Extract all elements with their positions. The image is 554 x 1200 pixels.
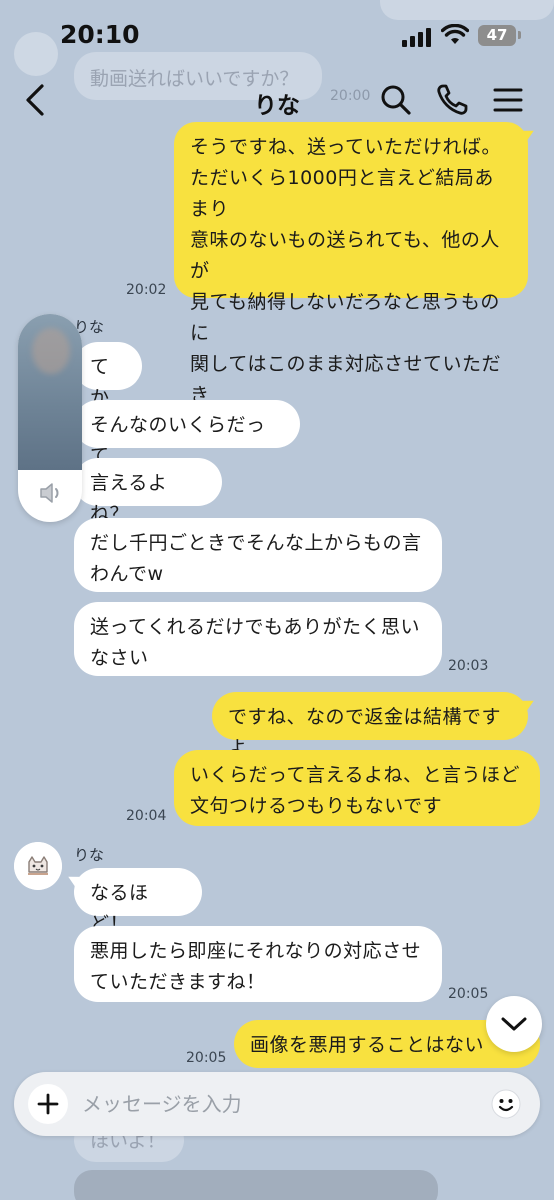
message-time: 20:05 (448, 986, 489, 1002)
chevron-down-icon (501, 1017, 527, 1031)
message-received[interactable]: そんなのいくらだって (74, 400, 300, 467)
ghost-image (74, 1170, 438, 1200)
add-attachment-button[interactable] (28, 1084, 68, 1124)
emoji-icon[interactable] (490, 1088, 522, 1120)
ghost-bubble-top (380, 0, 554, 20)
message-time: 20:03 (448, 658, 489, 674)
message-received[interactable]: なるほど！ (74, 868, 202, 935)
search-icon[interactable] (376, 80, 416, 120)
video-blurred-face (32, 328, 70, 374)
message-input[interactable] (82, 1086, 472, 1122)
battery-indicator: 47 (478, 25, 516, 46)
phone-icon[interactable] (432, 80, 472, 120)
avatar[interactable] (14, 842, 62, 890)
plus-icon (37, 1093, 59, 1115)
message-received[interactable]: 悪用したら即座にそれなりの対応させ ていただきますね！ (74, 926, 442, 1002)
message-received[interactable]: だし千円ごときでそんな上からもの言 わんでw (74, 518, 442, 592)
avatar-cat-icon (14, 842, 62, 890)
message-received[interactable]: 送ってくれるだけでもありがたく思い なさい (74, 602, 442, 676)
ghost-avatar (14, 32, 58, 76)
status-time: 20:10 (60, 20, 140, 49)
message-sent[interactable]: ですね、なので返金は結構ですよ (212, 692, 528, 759)
message-received[interactable]: てか (74, 342, 142, 409)
sender-name: りな (74, 846, 105, 864)
menu-icon[interactable] (488, 80, 528, 120)
scroll-to-bottom-button[interactable] (486, 996, 542, 1052)
video-player-mini[interactable] (18, 314, 82, 522)
message-sent[interactable]: そうですね、送っていただければ。ただいくら1000円と言えど結局あまり 意味のな… (174, 122, 528, 437)
battery-tip (518, 31, 521, 39)
wifi-icon (441, 24, 469, 44)
message-time: 20:05 (186, 1050, 227, 1066)
message-sent[interactable]: いくらだって言えるよね、と言うほど 文句つけるつもりもないです (174, 750, 540, 826)
message-received[interactable]: 言えるよね？ (74, 458, 222, 525)
message-input-bar (14, 1072, 540, 1136)
message-time: 20:04 (126, 808, 167, 824)
cellular-signal-icon (402, 28, 431, 47)
speaker-icon[interactable] (38, 480, 64, 506)
message-time: 20:02 (126, 282, 167, 298)
